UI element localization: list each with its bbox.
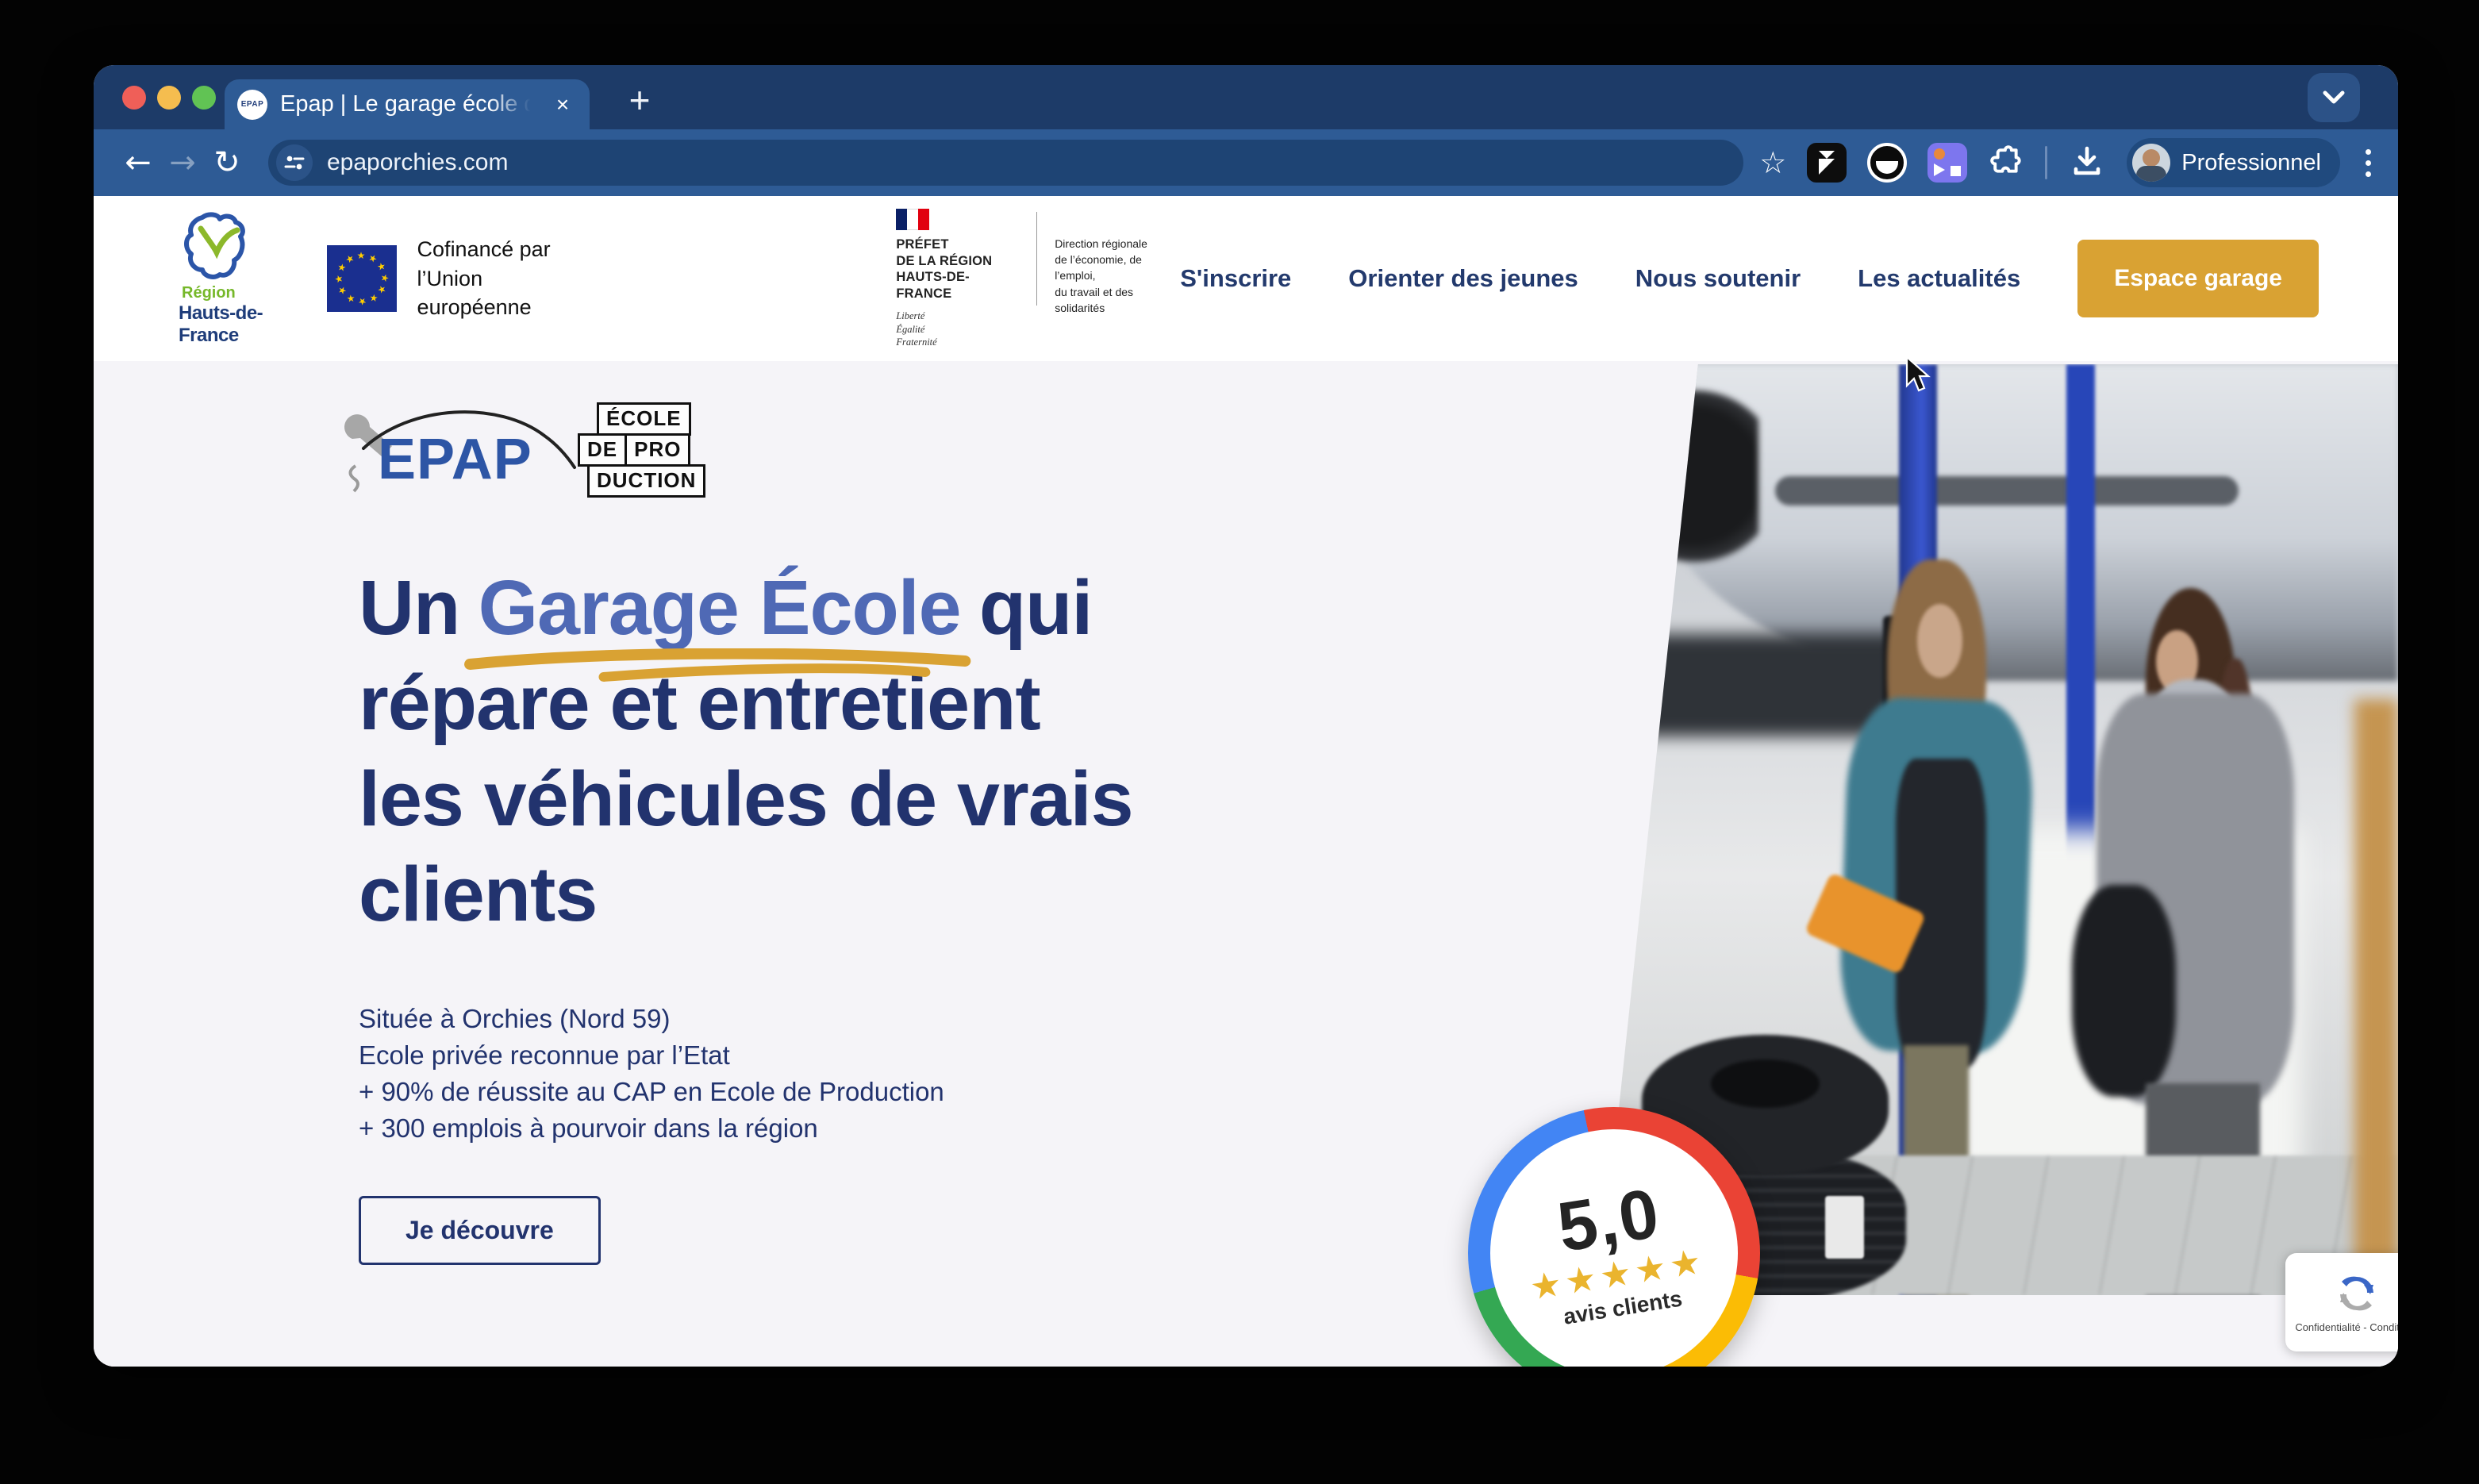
epap-logo-graphic: EPAP — [332, 390, 594, 501]
prefet-title1: PRÉFET — [896, 236, 1019, 253]
badge-box-duction: DUCTION — [587, 464, 705, 498]
prefet-region-logo: PRÉFET DE LA RÉGION HAUTS-DE-FRANCE Libe… — [896, 209, 1180, 348]
page-content: Région Hauts-de-France Cofinancé par l’U… — [94, 196, 2398, 1367]
photo-car-trim — [1775, 476, 2239, 506]
badge-box-de: DE — [578, 433, 627, 467]
tab-search-button[interactable] — [2308, 73, 2360, 122]
puzzle-icon — [1988, 143, 2024, 179]
kebab-dot — [2366, 160, 2371, 166]
extension-darkmode-icon[interactable] — [1867, 143, 1907, 183]
recaptcha-icon — [2335, 1272, 2378, 1315]
download-icon — [2068, 142, 2106, 180]
nav-item-sinscrire[interactable]: S'inscrire — [1180, 264, 1291, 293]
screen: EPAP Epap | Le garage école d'Orch × + ←… — [0, 0, 2479, 1484]
eu-flag-icon — [327, 245, 397, 312]
new-tab-button[interactable]: + — [617, 78, 662, 122]
recaptcha-badge[interactable]: Confidentialité - Conditions — [2285, 1253, 2398, 1351]
ecole-de-production-badge: ÉCOLE DE PRO DUCTION — [578, 402, 713, 498]
reload-button[interactable]: ↻ — [205, 147, 249, 179]
heading-line2: répare et entretient — [359, 655, 1343, 751]
extension-framer-icon[interactable] — [1807, 143, 1847, 183]
hero-heading: UnGarage Écolequi répare et entretient l… — [359, 560, 1343, 942]
subtext-line1: Située à Orchies (Nord 59) — [359, 1001, 944, 1037]
region-logo-line2: Hauts-de-France — [179, 302, 278, 347]
kebab-dot — [2366, 171, 2371, 177]
tab-favicon-text: EPAP — [241, 100, 264, 109]
browser-tab[interactable]: EPAP Epap | Le garage école d'Orch × — [225, 79, 590, 129]
french-flag-icon — [896, 209, 929, 230]
extension-media-icon[interactable] — [1927, 143, 1967, 183]
region-logo-line1: Région — [182, 284, 236, 302]
toolbar-right-icons: ☆ — [1759, 138, 2376, 187]
site-header: Région Hauts-de-France Cofinancé par l’U… — [94, 196, 2398, 361]
photo-foreground-blur — [2354, 699, 2398, 1295]
tune-icon — [284, 152, 305, 173]
site-settings-icon[interactable] — [276, 144, 313, 181]
heading-word-qui: qui — [979, 564, 1092, 651]
prefet-motto: Liberté Égalité Fraternité — [896, 309, 1019, 348]
close-window-button[interactable] — [122, 86, 146, 110]
nav-item-orienter-des-jeunes[interactable]: Orienter des jeunes — [1348, 264, 1578, 293]
heading-line3: les véhicules de vrais — [359, 752, 1343, 847]
back-button[interactable]: ← — [116, 147, 160, 179]
epap-logo-text: EPAP — [378, 428, 532, 491]
chevron-down-icon — [2320, 89, 2347, 106]
prefet-divider — [1036, 212, 1037, 306]
subtext-line2: Ecole privée reconnue par l’Etat — [359, 1037, 944, 1074]
badge-box-pro: PRO — [625, 433, 690, 467]
epap-logo[interactable]: EPAP — [332, 390, 594, 501]
hero-subtext: Située à Orchies (Nord 59) Ecole privée … — [359, 1001, 944, 1146]
badge-box-ecole: ÉCOLE — [597, 402, 691, 436]
hero-section: EPAP ÉCOLE DE PRO DUCTION UnGarage École… — [94, 361, 2398, 1367]
bookmark-star-icon[interactable]: ☆ — [1759, 145, 1786, 180]
heading-highlight: Garage École — [479, 564, 961, 651]
lightning-icon — [1817, 151, 1836, 175]
france-map-icon — [179, 211, 255, 284]
download-button[interactable] — [2068, 142, 2106, 184]
prefet-block: PRÉFET DE LA RÉGION HAUTS-DE-FRANCE Libe… — [896, 209, 1019, 348]
profile-name: Professionnel — [2181, 150, 2321, 176]
address-bar[interactable]: epaporchies.com — [268, 140, 1743, 186]
tab-close-icon[interactable]: × — [548, 90, 577, 119]
eu-logo-line2: l’Union européenne — [417, 264, 595, 322]
heading-line4: clients — [359, 847, 1343, 942]
browser-toolbar: ← → ↻ epaporchies.com ☆ — [94, 129, 2398, 196]
photo-car-wheel — [1631, 374, 1758, 579]
espace-garage-button[interactable]: Espace garage — [2077, 240, 2319, 317]
subtext-line3: + 90% de réussite au CAP en Ecole de Pro… — [359, 1074, 944, 1110]
rating-inner-circle: 5,0 ★★★★★ avis clients — [1490, 1129, 1738, 1367]
direction-regionale-text: Direction régionale de l’économie, de l’… — [1055, 236, 1180, 316]
tab-title-fade — [490, 79, 540, 129]
orange-dot — [1934, 148, 1945, 160]
kebab-dot — [2366, 149, 2371, 155]
je-decouvre-button[interactable]: Je découvre — [359, 1196, 601, 1265]
url-text[interactable]: epaporchies.com — [327, 149, 508, 176]
zoom-window-button[interactable] — [192, 86, 216, 110]
nav-item-les-actualites[interactable]: Les actualités — [1858, 264, 2020, 293]
subtext-line4: + 300 emplois à pourvoir dans la région — [359, 1110, 944, 1147]
white-square — [1951, 166, 1961, 176]
minimize-window-button[interactable] — [157, 86, 181, 110]
heading-word-un: Un — [359, 564, 459, 651]
region-hauts-de-france-logo[interactable]: Région Hauts-de-France — [179, 211, 278, 347]
eu-logo-text: Cofinancé par l’Union européenne — [417, 235, 595, 321]
browser-menu-button[interactable] — [2361, 149, 2376, 177]
prefet-title3: HAUTS-DE-FRANCE — [896, 269, 1019, 302]
avatar — [2132, 144, 2170, 182]
nav-item-nous-soutenir[interactable]: Nous soutenir — [1635, 264, 1801, 293]
eu-cofinance-logo: Cofinancé par l’Union européenne — [327, 235, 595, 321]
profile-chip[interactable]: Professionnel — [2127, 138, 2340, 187]
mouse-cursor — [1904, 356, 1931, 394]
toolbar-divider — [2045, 146, 2047, 179]
main-nav: S'inscrire Orienter des jeunes Nous sout… — [1180, 240, 2319, 317]
extensions-puzzle-icon[interactable] — [1988, 143, 2024, 183]
browser-window: EPAP Epap | Le garage école d'Orch × + ←… — [94, 65, 2398, 1367]
tab-favicon: EPAP — [237, 90, 267, 120]
forward-button: → — [160, 147, 205, 179]
play-triangle — [1934, 163, 1945, 176]
tab-strip: EPAP Epap | Le garage école d'Orch × + — [94, 65, 2398, 129]
eu-logo-line1: Cofinancé par — [417, 235, 595, 263]
recaptcha-text[interactable]: Confidentialité - Conditions — [2295, 1321, 2398, 1333]
prefet-title2: DE LA RÉGION — [896, 253, 1019, 270]
